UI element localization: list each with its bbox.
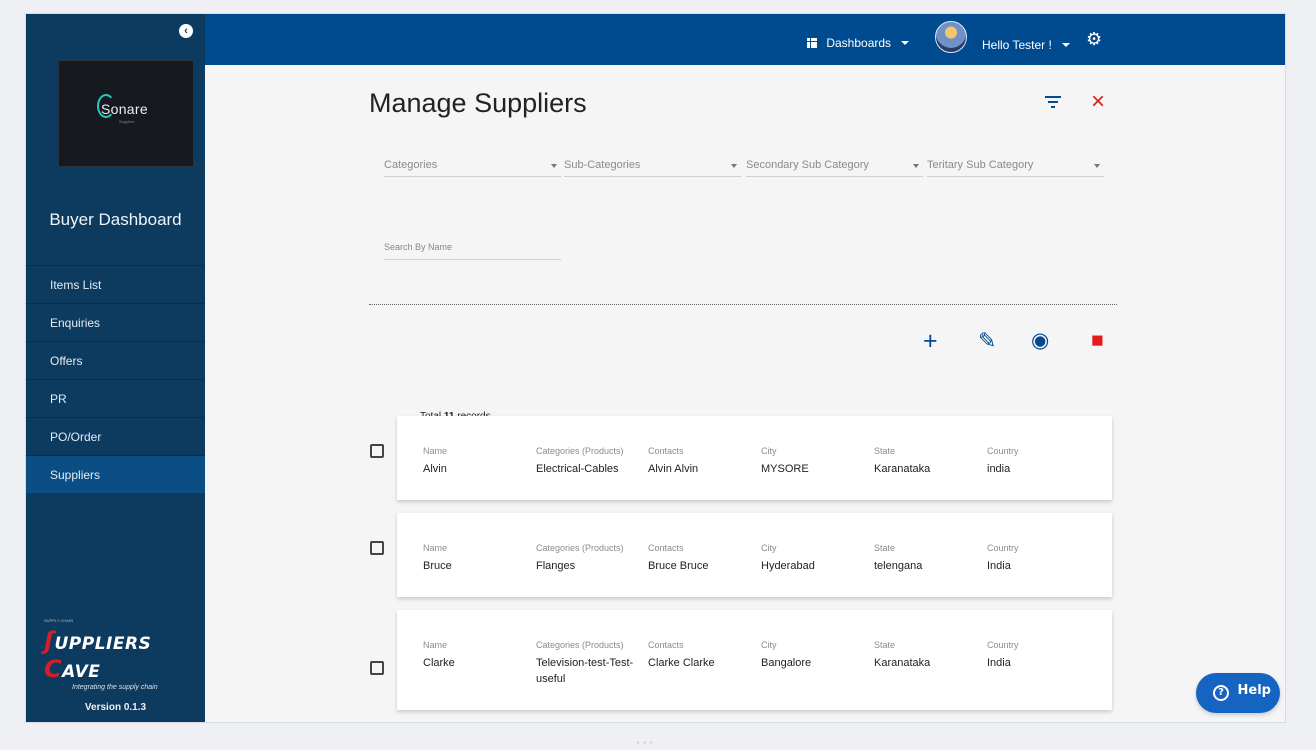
field-label-name: Name xyxy=(423,640,448,650)
supplier-contacts: Bruce Bruce xyxy=(648,560,709,572)
supplier-state: Karanataka xyxy=(874,463,931,475)
company-logo: Sonare Supplies xyxy=(58,60,194,167)
field-label-categories: Categories (Products) xyxy=(536,543,624,553)
chevron-down-icon xyxy=(901,41,910,45)
tertiary-sub-category-placeholder: Teritary Sub Category xyxy=(927,159,1034,171)
supplier-categories: Flanges xyxy=(536,560,576,572)
dashboard-title: Buyer Dashboard xyxy=(49,210,182,229)
filter-icon[interactable] xyxy=(1045,96,1061,108)
field-label-contacts: Contacts xyxy=(648,543,684,553)
help-label: Help xyxy=(1237,683,1271,698)
supplier-card[interactable]: Name Clarke Categories (Products) Televisi… xyxy=(397,610,1112,710)
dropdown-arrow-icon xyxy=(1094,164,1100,168)
field-label-state: State xyxy=(874,543,896,553)
dropdown-arrow-icon xyxy=(913,164,919,168)
dropdown-arrow-icon xyxy=(551,164,557,168)
user-menu[interactable]: Hello Tester ! xyxy=(982,38,1071,52)
field-label-categories: Categories (Products) xyxy=(536,446,624,456)
supplier-contacts: Clarke Clarke xyxy=(648,657,715,669)
dashboards-dropdown[interactable]: Dashboards xyxy=(807,36,910,50)
avatar[interactable] xyxy=(935,21,967,53)
collapse-sidebar-icon[interactable]: ‹ xyxy=(179,24,193,38)
field-label-name: Name xyxy=(423,543,448,553)
gear-icon[interactable]: ⚙ xyxy=(1086,30,1104,48)
field-label-city: City xyxy=(761,543,777,553)
application-window: ‹ Sonare Supplies Buyer Dashboard Items … xyxy=(26,14,1285,722)
brand-tagline: Integrating the supply chain xyxy=(72,684,158,691)
help-icon: ? xyxy=(1213,685,1229,701)
supplier-city: Bangalore xyxy=(761,657,812,669)
page-title: Manage Suppliers xyxy=(369,88,587,118)
field-label-country: Country xyxy=(987,446,1019,456)
sidebar-navigation: Items List Enquiries Offers PR PO/Order … xyxy=(26,265,205,493)
field-label-city: City xyxy=(761,446,777,456)
version-label: Version 0.1.3 xyxy=(84,702,147,713)
supplier-country: India xyxy=(987,657,1011,669)
dashboards-label: Dashboards xyxy=(826,36,892,50)
sidebar-item-items-list[interactable]: Items List xyxy=(26,265,205,303)
grid-icon xyxy=(807,38,817,48)
top-bar: Dashboards Hello Tester ! ⚙ xyxy=(205,14,1285,65)
section-divider xyxy=(369,304,1117,305)
help-button[interactable]: ? Help xyxy=(1196,673,1280,713)
chevron-down-icon xyxy=(1062,43,1071,47)
logo-text: Sonare xyxy=(101,101,148,117)
categories-select[interactable]: Categories xyxy=(384,159,561,177)
supplier-city: Hyderabad xyxy=(761,560,815,572)
supplier-name: Bruce xyxy=(423,560,452,572)
row-checkbox[interactable] xyxy=(370,541,384,555)
suppliers-cave-logo: ʃUPPLIERS CAVE Integrating the supply ch… xyxy=(44,627,209,691)
supplier-card[interactable]: Name Alvin Categories (Products) Electrica… xyxy=(397,416,1112,500)
close-icon[interactable]: × xyxy=(1091,90,1105,114)
row-checkbox[interactable] xyxy=(370,661,384,675)
supplier-card[interactable]: Name Bruce Categories (Products) Flanges C… xyxy=(397,513,1112,597)
field-label-city: City xyxy=(761,640,777,650)
field-label-categories: Categories (Products) xyxy=(536,640,624,650)
sidebar-item-offers[interactable]: Offers xyxy=(26,341,205,379)
brand-small-tag: SUPPLY CHAIN xyxy=(44,618,73,623)
supplier-country: india xyxy=(987,463,1011,475)
main-content: Manage Suppliers × Categories Sub-Catego… xyxy=(205,65,1285,722)
sub-categories-select[interactable]: Sub-Categories xyxy=(564,159,741,177)
sidebar-item-po-order[interactable]: PO/Order xyxy=(26,417,205,455)
supplier-country: India xyxy=(987,560,1011,572)
edit-icon[interactable]: ✎ xyxy=(978,327,996,355)
tertiary-sub-category-select[interactable]: Teritary Sub Category xyxy=(927,159,1104,177)
row-checkbox[interactable] xyxy=(370,444,384,458)
view-icon[interactable]: ◉ xyxy=(1031,327,1049,355)
sidebar-item-pr[interactable]: PR xyxy=(26,379,205,417)
user-greeting: Hello Tester ! xyxy=(982,38,1052,52)
sidebar-item-suppliers[interactable]: Suppliers xyxy=(26,455,205,493)
delete-icon[interactable]: ■ xyxy=(1091,327,1104,355)
sidebar: ‹ Sonare Supplies Buyer Dashboard Items … xyxy=(26,14,205,722)
supplier-name: Alvin xyxy=(423,463,447,475)
supplier-name: Clarke xyxy=(423,657,455,669)
field-label-state: State xyxy=(874,446,896,456)
field-label-name: Name xyxy=(423,446,448,456)
resize-handle-icon[interactable]: • • • xyxy=(637,740,653,747)
field-label-country: Country xyxy=(987,640,1019,650)
supplier-categories: Television-test-Test-useful xyxy=(536,657,634,685)
secondary-sub-category-select[interactable]: Secondary Sub Category xyxy=(746,159,923,177)
logo-subtext: Supplies xyxy=(119,119,135,124)
supplier-state: telengana xyxy=(874,560,923,572)
field-label-state: State xyxy=(874,640,896,650)
dropdown-arrow-icon xyxy=(731,164,737,168)
supplier-city: MYSORE xyxy=(761,463,809,475)
supplier-contacts: Alvin Alvin xyxy=(648,463,699,475)
sidebar-item-enquiries[interactable]: Enquiries xyxy=(26,303,205,341)
secondary-sub-category-placeholder: Secondary Sub Category xyxy=(746,159,869,171)
field-label-contacts: Contacts xyxy=(648,446,684,456)
categories-placeholder: Categories xyxy=(384,159,438,171)
sub-categories-placeholder: Sub-Categories xyxy=(564,159,641,171)
field-label-contacts: Contacts xyxy=(648,640,684,650)
field-label-country: Country xyxy=(987,543,1019,553)
supplier-state: Karanataka xyxy=(874,657,931,669)
supplier-categories: Electrical-Cables xyxy=(536,463,619,475)
add-icon[interactable]: + xyxy=(923,327,938,355)
search-by-name-input[interactable]: Search By Name xyxy=(384,242,561,260)
brand-name: ʃUPPLIERS CAVE xyxy=(44,627,152,683)
